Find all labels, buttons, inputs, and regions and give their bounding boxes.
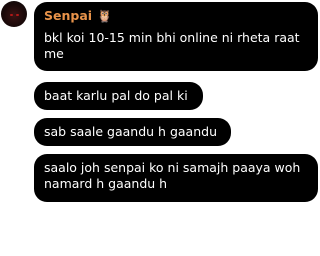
message-bubble[interactable]: saalo joh senpai ko ni samajh paaya woh … (34, 154, 318, 202)
sender-avatar[interactable] (1, 1, 27, 27)
avatar-eye (10, 14, 13, 16)
message-text: bkl koi 10-15 min bhi online ni rheta ra… (44, 30, 300, 61)
message-text: baat karlu pal do pal ki (44, 88, 188, 103)
message-bubble[interactable]: baat karlu pal do pal ki (34, 82, 203, 110)
sender-name[interactable]: Senpai (44, 8, 92, 24)
avatar-eye (16, 14, 19, 16)
message-text: sab saale gaandu h gaandu (44, 124, 217, 139)
message-text: saalo joh senpai ko ni samajh paaya woh … (44, 160, 301, 191)
sender-badge-icon: 🦉 (97, 9, 112, 23)
message-bubble[interactable]: Senpai 🦉 bkl koi 10-15 min bhi online ni… (34, 2, 318, 71)
message-bubble[interactable]: sab saale gaandu h gaandu (34, 118, 231, 146)
sender-header: Senpai 🦉 (44, 7, 306, 25)
chat-thread: Senpai 🦉 bkl koi 10-15 min bhi online ni… (0, 0, 320, 256)
